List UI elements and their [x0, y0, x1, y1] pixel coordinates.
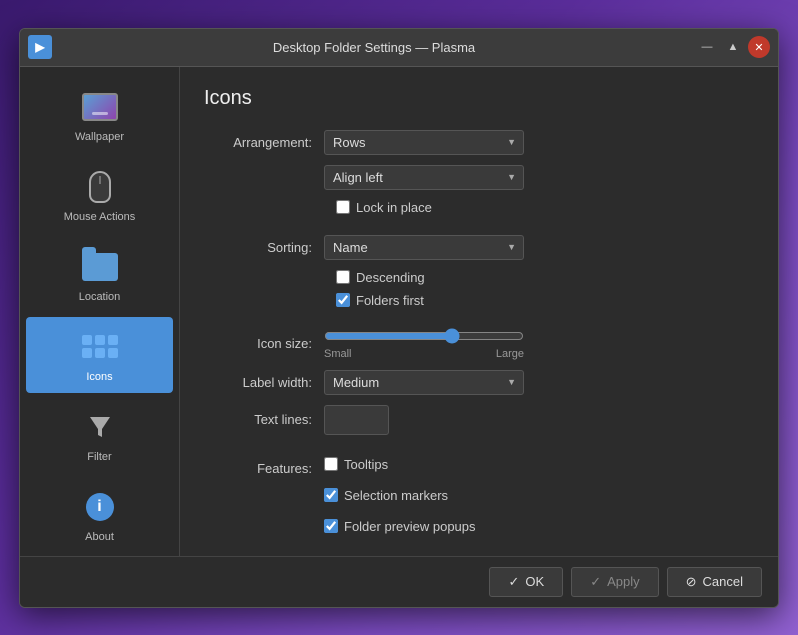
titlebar-buttons: — ▲ ✕	[696, 36, 770, 58]
icons-icon	[80, 327, 120, 367]
icon-size-label: Icon size:	[204, 336, 324, 351]
selection-markers-row: Selection markers	[324, 488, 476, 503]
apply-label: Apply	[607, 574, 640, 589]
slider-labels: Small Large	[324, 348, 524, 360]
sidebar-item-wallpaper[interactable]: Wallpaper	[26, 77, 173, 153]
folders-first-label[interactable]: Folders first	[356, 293, 424, 308]
window: ▶ Desktop Folder Settings — Plasma — ▲ ✕…	[19, 28, 779, 608]
folders-first-checkbox[interactable]	[336, 293, 350, 307]
selection-markers-label[interactable]: Selection markers	[344, 488, 448, 503]
tooltips-label[interactable]: Tooltips	[344, 457, 388, 472]
tooltips-row: Tooltips	[324, 457, 476, 472]
features-row: Features: Tooltips Selection markers Fol…	[204, 457, 754, 542]
slider-large-label: Large	[496, 348, 524, 360]
lock-in-place-label[interactable]: Lock in place	[356, 200, 432, 215]
sidebar-item-filter[interactable]: Filter	[26, 397, 173, 473]
sorting-select[interactable]: Name Size Type Date	[324, 235, 524, 260]
cancel-icon: ⊘	[686, 574, 697, 590]
selection-markers-checkbox[interactable]	[324, 488, 338, 502]
arrangement-select[interactable]: Rows Columns	[324, 130, 524, 155]
titlebar: ▶ Desktop Folder Settings — Plasma — ▲ ✕	[20, 29, 778, 67]
features-checkboxes: Tooltips Selection markers Folder previe…	[324, 457, 476, 542]
cancel-button[interactable]: ⊘ Cancel	[667, 567, 762, 597]
sidebar-item-about[interactable]: i About	[26, 477, 173, 553]
info-icon: i	[80, 487, 120, 527]
slider-small-label: Small	[324, 348, 352, 360]
descending-row: Descending	[336, 270, 754, 285]
icon-size-row: Icon size: Small Large	[204, 328, 754, 360]
text-lines-input[interactable]	[325, 406, 389, 434]
features-label: Features:	[204, 457, 324, 476]
wallpaper-icon	[80, 87, 120, 127]
close-button[interactable]: ✕	[748, 36, 770, 58]
apply-icon: ✓	[590, 574, 601, 590]
ok-icon: ✓	[508, 574, 519, 590]
sorting-row: Sorting: Name Size Type Date	[204, 235, 754, 260]
sidebar-item-label: Icons	[86, 371, 112, 383]
descending-label[interactable]: Descending	[356, 270, 425, 285]
filter-icon	[80, 407, 120, 447]
sidebar-item-label: Location	[79, 291, 121, 303]
footer: ✓ OK ✓ Apply ⊘ Cancel	[20, 556, 778, 607]
sidebar-item-label: Filter	[87, 451, 111, 463]
lock-in-place-row: Lock in place	[336, 200, 754, 215]
align-row: Align left Align right Align top Align b…	[204, 165, 754, 190]
text-lines-row: Text lines: ▲ ▼	[204, 405, 754, 435]
content-area: Wallpaper Mouse Actions Location	[20, 67, 778, 556]
folders-first-row: Folders first	[336, 293, 754, 308]
folder-preview-label[interactable]: Folder preview popups	[344, 519, 476, 534]
minimize-button[interactable]: —	[696, 36, 718, 58]
text-lines-label: Text lines:	[204, 412, 324, 427]
sidebar-item-label: Wallpaper	[75, 131, 124, 143]
app-icon: ▶	[28, 35, 52, 59]
sidebar-item-label: About	[85, 531, 114, 543]
folder-preview-row: Folder preview popups	[324, 519, 476, 534]
sorting-label: Sorting:	[204, 240, 324, 255]
label-width-row: Label width: Short Medium Long Unlimited	[204, 370, 754, 395]
lock-in-place-checkbox[interactable]	[336, 200, 350, 214]
maximize-button[interactable]: ▲	[722, 36, 744, 58]
ok-button[interactable]: ✓ OK	[489, 567, 563, 597]
align-select-wrapper: Align left Align right Align top Align b…	[324, 165, 524, 190]
main-panel: Icons Arrangement: Rows Columns Align le…	[180, 67, 778, 556]
sidebar-item-mouse-actions[interactable]: Mouse Actions	[26, 157, 173, 233]
descending-checkbox[interactable]	[336, 270, 350, 284]
tooltips-checkbox[interactable]	[324, 457, 338, 471]
sidebar-item-icons[interactable]: Icons	[26, 317, 173, 393]
align-select[interactable]: Align left Align right Align top Align b…	[324, 165, 524, 190]
arrangement-select-wrapper: Rows Columns	[324, 130, 524, 155]
sidebar-item-label: Mouse Actions	[64, 211, 136, 223]
text-lines-spinbox: ▲ ▼	[324, 405, 389, 435]
icon-size-slider-container: Small Large	[324, 328, 524, 360]
label-width-select-wrapper: Short Medium Long Unlimited	[324, 370, 524, 395]
arrangement-row: Arrangement: Rows Columns	[204, 130, 754, 155]
apply-button[interactable]: ✓ Apply	[571, 567, 658, 597]
sidebar: Wallpaper Mouse Actions Location	[20, 67, 180, 556]
page-title: Icons	[204, 87, 754, 110]
mouse-icon	[80, 167, 120, 207]
arrangement-label: Arrangement:	[204, 135, 324, 150]
label-width-label: Label width:	[204, 375, 324, 390]
cancel-label: Cancel	[703, 574, 743, 589]
sorting-select-wrapper: Name Size Type Date	[324, 235, 524, 260]
label-width-select[interactable]: Short Medium Long Unlimited	[324, 370, 524, 395]
window-title: Desktop Folder Settings — Plasma	[52, 40, 696, 55]
sidebar-item-location[interactable]: Location	[26, 237, 173, 313]
folder-preview-checkbox[interactable]	[324, 519, 338, 533]
ok-label: OK	[525, 574, 544, 589]
location-icon	[80, 247, 120, 287]
icon-size-slider[interactable]	[324, 328, 524, 344]
